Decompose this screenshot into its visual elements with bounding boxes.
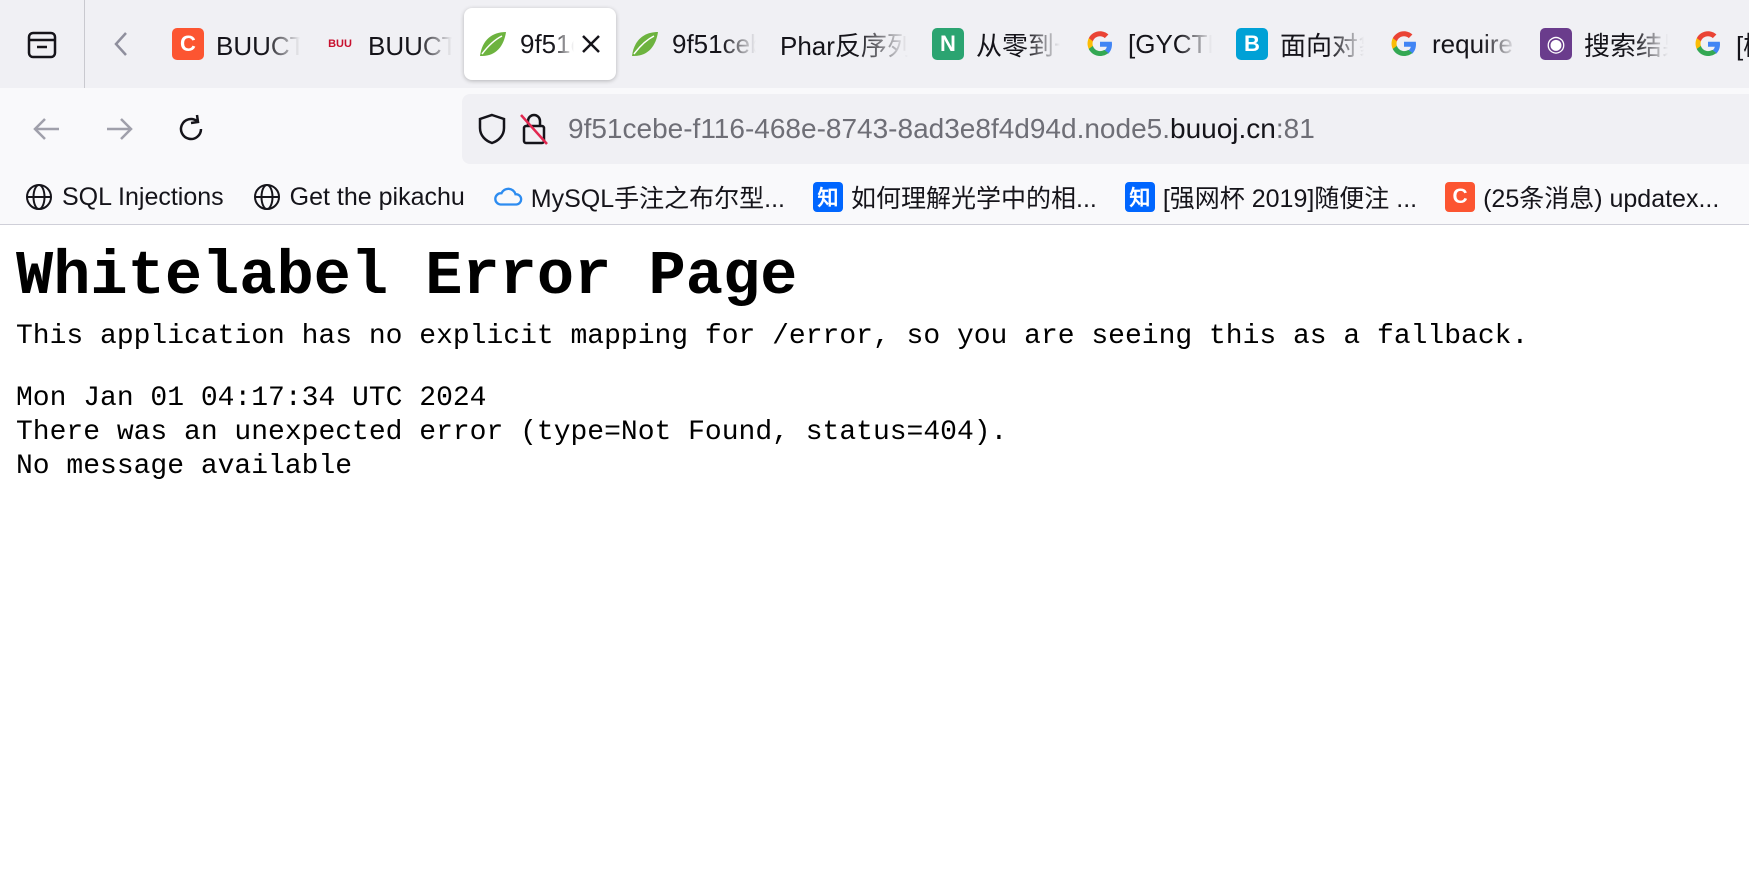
close-tab-button[interactable]: [578, 31, 604, 57]
insecure-lock-icon[interactable]: [514, 109, 554, 149]
tab-label: [GYCTF2020]: [1128, 28, 1212, 59]
navigation-toolbar: 9f51cebe-f116-468e-8743-8ad3e8f4d94d.nod…: [0, 88, 1749, 170]
spring-leaf-icon: [476, 28, 508, 60]
site-shield-icon[interactable]: [472, 109, 512, 149]
cloud-icon: [493, 182, 523, 212]
bookmark-item[interactable]: 知 [强网杯 2019]随便注 ...: [1121, 174, 1421, 220]
url-port: :81: [1275, 113, 1315, 144]
tab-overview-button[interactable]: [0, 0, 85, 88]
anime-avatar-icon: ◉: [1540, 28, 1572, 60]
csdn-icon: C: [172, 28, 204, 60]
browser-tab[interactable]: ◉ 搜索结果: [1528, 8, 1680, 80]
tab-label: [極]: [1736, 30, 1749, 61]
bookmark-label: (25条消息) updatex...: [1483, 185, 1720, 213]
csdn-icon: C: [1445, 182, 1476, 212]
tab-label: BUUCTF在线评测: [216, 30, 300, 61]
globe-icon: [24, 182, 54, 212]
bookmark-label: SQL Injections: [62, 182, 224, 211]
arrow-left-icon: [33, 118, 59, 140]
bookmarks-toolbar: SQL Injections Get the pikachu MySQL手注之布尔型…: [0, 170, 1749, 225]
error-status: There was an unexpected error (type=Not …: [16, 417, 1008, 448]
tab-scroll-left-button[interactable]: [100, 0, 144, 88]
close-icon: [582, 35, 600, 53]
google-icon: [1084, 28, 1116, 60]
zhihu-icon: 知: [1124, 182, 1155, 212]
tab-label: 面向对象: [1280, 30, 1364, 61]
error-description: This application has no explicit mapping…: [16, 321, 1529, 352]
tab-label: 9f51cebe-f116: [520, 28, 574, 59]
tab-label: 从零到一: [976, 30, 1060, 61]
tab-strip: C BUUCTF在线评测 BUU BUUCTF在线评测 9f51cebe-f116 9f5…: [0, 0, 1749, 88]
url-text[interactable]: 9f51cebe-f116-468e-8743-8ad3e8f4d94d.nod…: [568, 113, 1315, 145]
browser-tab[interactable]: 9f51cebe-f116: [464, 8, 616, 80]
browser-tab[interactable]: 9f51cebe-f116: [616, 8, 768, 80]
google-icon: [1692, 28, 1724, 60]
page-content: Whitelabel Error Page This application h…: [0, 225, 1749, 894]
url-prefix: 9f51cebe-f116-468e-8743-8ad3e8f4d94d.nod…: [568, 113, 1170, 144]
browser-tab[interactable]: require: [1376, 8, 1528, 80]
bookmark-label: MySQL手注之布尔型...: [530, 185, 785, 213]
browser-tab[interactable]: Phar反序列化: [768, 8, 920, 80]
bookmark-item[interactable]: Get the pikachu: [248, 174, 469, 220]
tab-overview-icon: [27, 31, 57, 59]
google-icon: [1388, 28, 1420, 60]
bookmark-label: [强网杯 2019]随便注 ...: [1162, 185, 1418, 213]
bookmark-label: 如何理解光学中的相...: [851, 185, 1097, 213]
tab-label: 搜索结果: [1584, 30, 1668, 61]
back-button[interactable]: [20, 102, 74, 156]
tab-label: Phar反序列化: [780, 30, 908, 61]
spring-leaf-icon: [628, 28, 660, 60]
browser-tab[interactable]: C BUUCTF在线评测: [160, 8, 312, 80]
chevron-left-icon: [114, 32, 127, 56]
tab-label: 9f51cebe-f116: [672, 28, 756, 59]
browser-tab[interactable]: [極]: [1680, 8, 1749, 80]
tab-label: BUUCTF在线评测: [368, 30, 452, 61]
buuctf-icon: BUU: [328, 38, 352, 50]
news-icon: N: [932, 28, 964, 60]
arrow-right-icon: [107, 118, 133, 140]
bookmark-label: Get the pikachu: [289, 182, 465, 211]
bilibili-icon: B: [1236, 28, 1268, 60]
zhihu-icon: 知: [813, 182, 843, 212]
error-detail: No message available: [16, 451, 353, 482]
browser-tab[interactable]: [GYCTF2020]: [1072, 8, 1224, 80]
globe-icon: [252, 182, 282, 212]
url-host: buuoj.cn: [1170, 113, 1276, 144]
tab-list: C BUUCTF在线评测 BUU BUUCTF在线评测 9f51cebe-f116 9f5…: [160, 8, 1749, 80]
bookmark-item[interactable]: 知如何理解光学中的相...: [809, 174, 1101, 220]
reload-button[interactable]: [164, 102, 218, 156]
page-title: Whitelabel Error Page: [16, 241, 798, 312]
bookmark-item[interactable]: C (25条消息) updatex...: [1441, 174, 1723, 220]
address-bar[interactable]: 9f51cebe-f116-468e-8743-8ad3e8f4d94d.nod…: [462, 94, 1749, 164]
reload-icon: [179, 114, 203, 141]
forward-button[interactable]: [92, 102, 146, 156]
browser-tab[interactable]: N 从零到一: [920, 8, 1072, 80]
browser-tab[interactable]: BUU BUUCTF在线评测: [312, 8, 464, 80]
browser-tab[interactable]: B 面向对象: [1224, 8, 1376, 80]
bookmark-item[interactable]: SQL Injections: [20, 174, 228, 220]
bookmark-item[interactable]: MySQL手注之布尔型...: [489, 174, 789, 220]
tab-label: require: [1432, 28, 1513, 59]
error-timestamp: Mon Jan 01 04:17:34 UTC 2024: [16, 383, 487, 414]
